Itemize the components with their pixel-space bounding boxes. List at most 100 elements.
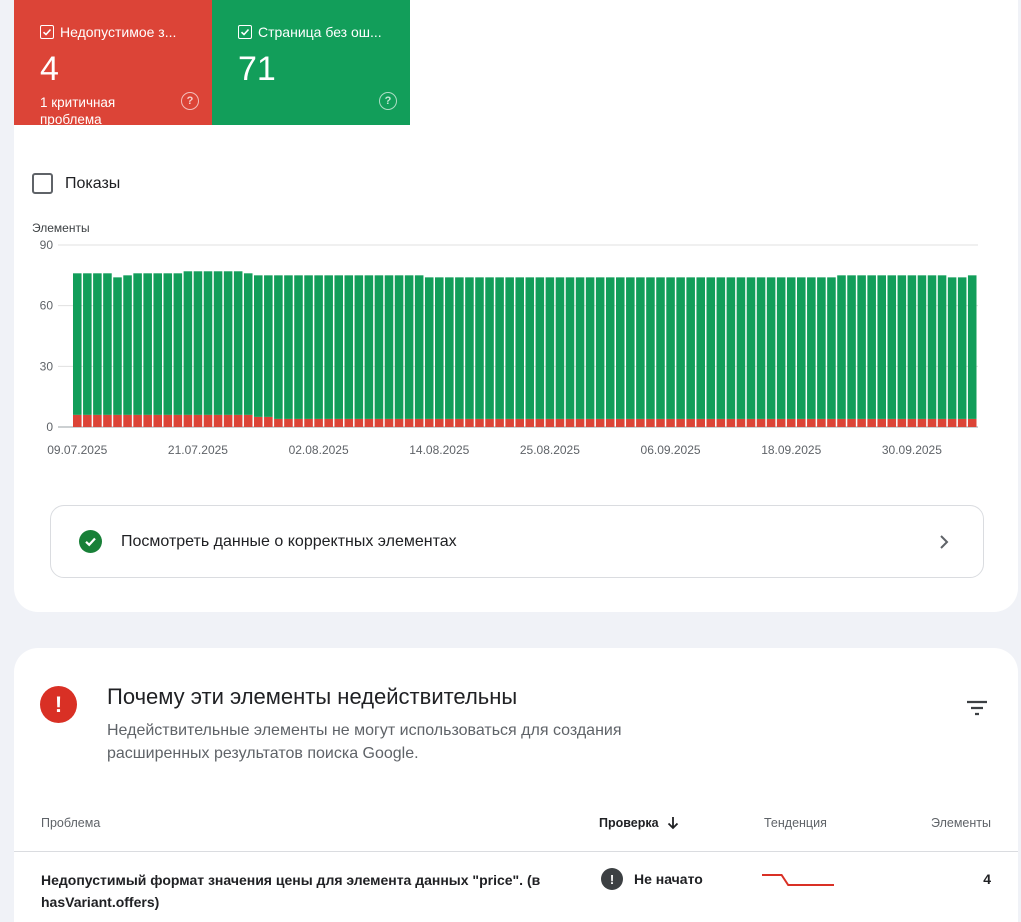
chart-bar (666, 418, 675, 427)
chart-bar (535, 277, 545, 419)
view-valid-items-button[interactable]: Посмотреть данные о корректных элементах (50, 505, 984, 578)
validation-status-label: Не начато (634, 871, 703, 887)
chart-bar (716, 277, 726, 419)
chart-bar (666, 277, 675, 419)
chart-bar (274, 418, 283, 427)
chart-bar (73, 414, 82, 427)
chart-bar (243, 414, 253, 427)
y-tick-label: 90 (40, 238, 54, 252)
chart-bar (495, 418, 504, 427)
chart-bar (153, 273, 162, 415)
chart-bar (626, 277, 635, 419)
column-validation-label: Проверка (599, 816, 659, 830)
chart-bar (364, 275, 374, 419)
chart-bar (827, 277, 836, 419)
chart-bar (354, 275, 364, 419)
chart-bar (686, 277, 695, 419)
chart-bar (877, 275, 886, 419)
column-trend[interactable]: Тенденция (764, 816, 827, 830)
chart-bar (616, 418, 625, 427)
chart-bar (465, 277, 474, 419)
impressions-checkbox[interactable] (32, 173, 53, 194)
table-row[interactable]: Недопустимый формат значения цены для эл… (14, 853, 1018, 922)
chart-bar (163, 414, 173, 427)
filter-icon[interactable] (966, 700, 988, 716)
chart-bar (545, 277, 555, 419)
chart-bar (424, 418, 434, 427)
chart-bar (847, 275, 856, 419)
help-circle-icon[interactable]: ? (181, 92, 199, 110)
chart-bar (485, 277, 494, 419)
chart-bar (817, 277, 826, 419)
chart-bar (193, 414, 203, 427)
chart-bar (173, 273, 183, 415)
issues-card: ! Почему эти элементы недействительны Не… (14, 648, 1018, 922)
chart-bar (646, 418, 655, 427)
chart-bar (233, 271, 243, 415)
chart-bar (243, 273, 253, 415)
chart-bar (937, 418, 947, 427)
chart-bar (254, 416, 263, 427)
chart-bar (113, 277, 122, 415)
trend-line (762, 874, 834, 886)
x-tick-label: 25.08.2025 (520, 443, 580, 457)
chart-bar (867, 275, 876, 419)
chart-bar (163, 273, 173, 415)
chart-bar (847, 418, 856, 427)
chart-bar (414, 418, 424, 427)
impressions-toggle[interactable]: Показы (32, 173, 120, 194)
chart-bar (364, 418, 374, 427)
chart-bar (716, 418, 726, 427)
chart-bar (284, 418, 293, 427)
chart-bar (605, 418, 615, 427)
chart-bar (304, 418, 313, 427)
x-tick-label: 30.09.2025 (882, 443, 942, 457)
chart-bar (947, 418, 957, 427)
chart-bar (575, 277, 585, 419)
help-circle-icon[interactable]: ? (379, 92, 397, 110)
chart-bar (384, 275, 394, 419)
chart-bar (143, 414, 152, 427)
chart-bar (485, 418, 494, 427)
items-chart: Элементы 0 30 60 90 09.07.2025 21.07.2025 02.08… (14, 220, 1018, 460)
chart-bar (817, 418, 826, 427)
chart-bar (676, 277, 685, 419)
chart-bar (636, 418, 645, 427)
chart-bar (505, 418, 514, 427)
chart-bar (475, 277, 484, 419)
valid-items-tile[interactable]: Страница без ош... 71 ? (212, 0, 410, 125)
check-icon[interactable] (40, 25, 54, 39)
chart-bar (887, 275, 897, 419)
chart-bar (786, 418, 796, 427)
invalid-count: 4 (40, 50, 59, 88)
chart-bar (947, 277, 957, 419)
chart-bar (133, 414, 142, 427)
chart-bar (696, 418, 705, 427)
chart-bar (575, 418, 585, 427)
chart-bar (445, 277, 454, 419)
validation-status: ! Не начато (601, 868, 703, 890)
chart-bar (837, 418, 846, 427)
chart-bar (374, 418, 384, 427)
chart-bar (746, 277, 756, 419)
section-description: Недействительные элементы не могут испол… (107, 722, 622, 762)
chart-bar (223, 414, 233, 427)
items-count: 4 (983, 871, 991, 887)
chart-bar (254, 275, 263, 417)
chart-bar (123, 275, 132, 415)
chart-bar (706, 418, 716, 427)
chart-bar (776, 277, 786, 419)
exclamation-circle-icon: ! (40, 686, 77, 723)
chart-bar (555, 418, 565, 427)
chart-bar (776, 418, 786, 427)
column-issue[interactable]: Проблема (41, 816, 100, 830)
check-icon[interactable] (238, 25, 252, 39)
column-items[interactable]: Элементы (931, 816, 991, 830)
chart-bar (435, 418, 444, 427)
chart-bar (545, 418, 555, 427)
column-validation[interactable]: Проверка (599, 816, 679, 830)
invalid-items-tile[interactable]: Недопустимое з... 4 1 критичная проблема… (14, 0, 212, 127)
chart-bar (565, 277, 575, 419)
chart-bar (726, 277, 736, 419)
chart-bar (414, 275, 424, 419)
